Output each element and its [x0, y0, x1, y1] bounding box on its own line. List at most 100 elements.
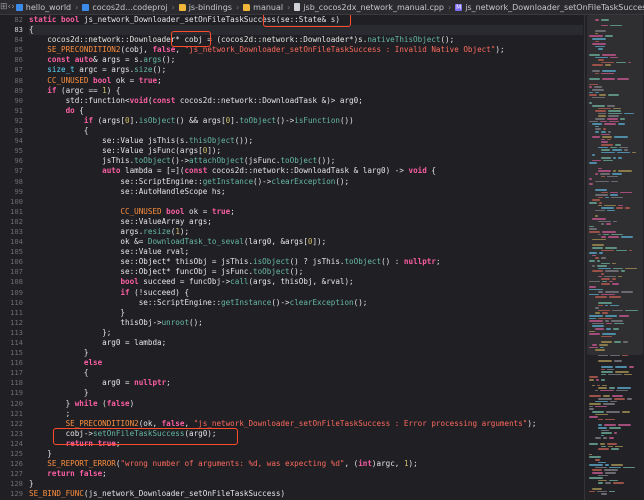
minimap-stroke	[598, 233, 601, 236]
minimap-stroke	[589, 317, 596, 320]
code-line[interactable]: cobj->setOnFileTaskSuccess(arg0);	[29, 429, 583, 439]
line-number: 84	[14, 35, 23, 45]
code-line[interactable]: if (args[0].isObject() && args[0].toObje…	[29, 116, 583, 126]
code-line[interactable]: return true;	[29, 439, 583, 449]
code-line[interactable]: SE_REPORT_ERROR("wrong number of argumen…	[29, 459, 583, 469]
code-token: ())	[339, 115, 354, 125]
minimap-stroke	[616, 207, 623, 209]
code-token: ();	[152, 65, 167, 75]
code-token: thisObject	[189, 136, 235, 146]
code-line[interactable]: cocos2d::network::Downloader* cobj = (co…	[29, 35, 583, 45]
minimap-stroke	[604, 123, 616, 125]
code-line[interactable]: se::Value jsFunc(args[0]);	[29, 146, 583, 156]
code-line[interactable]: se::Object* funcObj = jsFunc.toObject();	[29, 267, 583, 277]
minimap-stroke	[595, 19, 599, 21]
line-number: 108	[10, 277, 23, 287]
code-line[interactable]: size_t argc = args.size();	[29, 65, 583, 75]
minimap-stroke	[595, 257, 599, 259]
minimap-stroke	[589, 453, 592, 456]
minimap-stroke	[598, 482, 603, 484]
code-line[interactable]: {	[29, 25, 583, 36]
code-line[interactable]: {	[29, 368, 583, 378]
code-line[interactable]: static bool js_network_Downloader_setOnF…	[29, 15, 583, 25]
code-line[interactable]: }	[29, 479, 583, 489]
code-line[interactable]: if (argc == 1) {	[29, 86, 583, 96]
minimap-stroke	[600, 173, 610, 175]
code-line[interactable]: else	[29, 358, 583, 368]
breadcrumb-item-function[interactable]: Mjs_network_Downloader_setOnFileTaskSucc…	[454, 3, 644, 12]
code-token: if	[83, 115, 94, 125]
code-token: ()->	[253, 176, 272, 186]
code-line[interactable]: }	[29, 348, 583, 358]
minimap-stroke	[611, 464, 623, 466]
code-line[interactable]: jsThis.toObject()->attachObject(jsFunc.t…	[29, 156, 583, 166]
code-line[interactable]: thisObj->unroot();	[29, 318, 583, 328]
minimap-stroke	[598, 170, 611, 172]
code-token: (ok,	[138, 418, 162, 428]
code-line[interactable]: se::ValueArray args;	[29, 217, 583, 227]
breadcrumb-item-js-bindings[interactable]: js-bindings	[178, 3, 233, 12]
code-line[interactable]: }	[29, 449, 583, 459]
code-line[interactable]: args.resize(1);	[29, 227, 583, 237]
code-editor[interactable]: 82 83 84 85 86 87 88 89 90 91 92 93 94 95 96 97 98 99 100 1…	[0, 15, 583, 500]
code-token: ()->	[271, 297, 290, 307]
code-line[interactable]: SE_PRECONDITION2(cobj, false, "js_networ…	[29, 45, 583, 55]
breadcrumb-item-manual[interactable]: manual	[242, 3, 284, 12]
minimap-stroke	[597, 260, 600, 262]
code-token: const auto	[47, 55, 94, 65]
breadcrumb-item-project[interactable]: hello_world	[15, 3, 72, 12]
code-line[interactable]: SE_PRECONDITION2(ok, false, "js_network_…	[29, 419, 583, 429]
code-line[interactable]: }	[29, 308, 583, 318]
minimap-stroke	[589, 346, 598, 349]
code-line[interactable]: se::Value jsThis(s.thisObject());	[29, 136, 583, 146]
code-line[interactable]: se::Object* thisObj = jsThis.isObject() …	[29, 257, 583, 267]
minimap-stroke	[623, 466, 635, 469]
line-number: 111	[10, 307, 23, 317]
code-line[interactable]: bool succeed = funcObj->call(args, thisO…	[29, 277, 583, 287]
source-code[interactable]: static bool js_network_Downloader_setOnF…	[29, 15, 583, 500]
minimap-stroke	[602, 231, 616, 233]
grid-icon[interactable]: ⊞	[0, 2, 8, 12]
code-line[interactable]: }	[29, 388, 583, 398]
minimap[interactable]	[584, 15, 644, 500]
code-line[interactable]: } while (false)	[29, 399, 583, 409]
code-line[interactable]: ok &= DownloadTask_to_seval(larg0, &args…	[29, 237, 583, 247]
code-token: (jsFunc.	[243, 156, 281, 166]
code-line[interactable]: se::Value rval;	[29, 247, 583, 257]
code-token: jsThis.	[29, 156, 135, 166]
code-line[interactable]: SE_BIND_FUNC(js_network_Downloader_setOn…	[29, 489, 583, 499]
code-line[interactable]: arg0 = lambda;	[29, 338, 583, 348]
code-line[interactable]: };	[29, 328, 583, 338]
minimap-stroke	[589, 490, 595, 493]
line-number: 87	[14, 65, 23, 75]
minimap-stroke	[603, 159, 613, 162]
line-number: 95	[14, 146, 23, 156]
minimap-stroke	[601, 72, 614, 75]
code-line[interactable]: const auto& args = s.args();	[29, 55, 583, 65]
code-token: ok &=	[29, 237, 148, 247]
code-line[interactable]: arg0 = nullptr;	[29, 378, 583, 388]
code-line[interactable]: {	[29, 126, 583, 136]
code-line[interactable]: ;	[29, 409, 583, 419]
code-line[interactable]: CC_UNUSED bool ok = true;	[29, 207, 583, 217]
code-line[interactable]: do {	[29, 106, 583, 116]
minimap-stroke	[600, 443, 605, 445]
code-line[interactable]	[29, 197, 583, 207]
code-line[interactable]: se::ScriptEngine::getInstance()->clearEx…	[29, 177, 583, 187]
code-line[interactable]: if (!succeed) {	[29, 288, 583, 298]
minimap-stroke	[592, 325, 604, 327]
code-token: isObject	[253, 257, 290, 267]
code-line[interactable]: return false;	[29, 469, 583, 479]
code-line[interactable]: se::ScriptEngine::getInstance()->clearEx…	[29, 298, 583, 308]
code-line[interactable]: CC_UNUSED bool ok = true;	[29, 76, 583, 86]
code-line[interactable]: std::function<void(const cocos2d::networ…	[29, 96, 583, 106]
breadcrumb-item-codeproj[interactable]: cocos2d...codeproj	[81, 3, 168, 12]
minimap-stroke	[611, 233, 623, 236]
code-token: args	[143, 55, 162, 65]
minimap-stroke	[604, 424, 616, 426]
code-line[interactable]: se::AutoHandleScope hs;	[29, 187, 583, 197]
code-token: (argc ==	[56, 85, 103, 95]
code-line[interactable]: auto lambda = [=](const cocos2d::network…	[29, 166, 583, 176]
minimap-stroke	[589, 202, 597, 204]
breadcrumb-item-file[interactable]: jsb_cocos2dx_network_manual.cpp	[293, 3, 445, 12]
